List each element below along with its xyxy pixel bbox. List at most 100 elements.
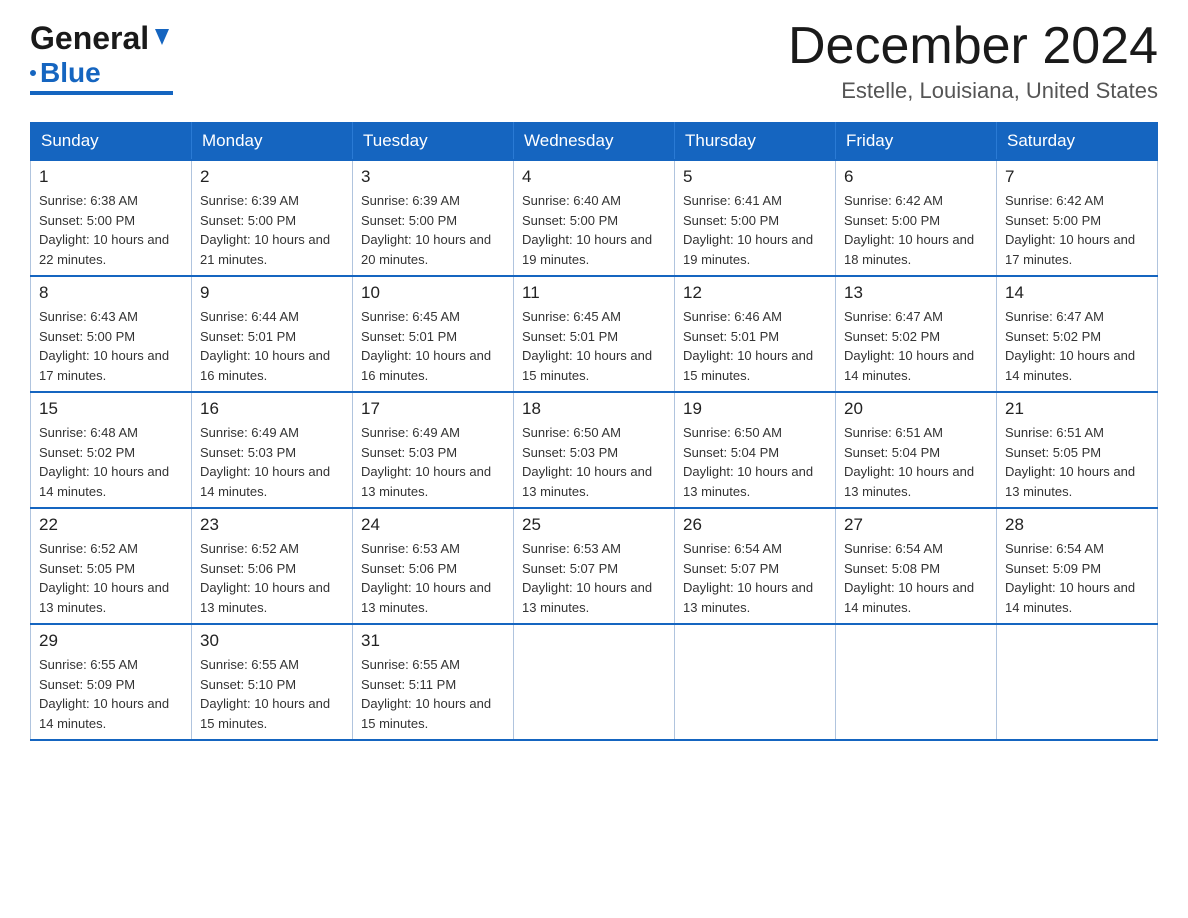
day-number: 31 <box>361 631 505 651</box>
sunrise-label: Sunrise: 6:42 AM <box>844 193 943 208</box>
day-info: Sunrise: 6:52 AM Sunset: 5:06 PM Dayligh… <box>200 539 344 617</box>
calendar-cell: 23 Sunrise: 6:52 AM Sunset: 5:06 PM Dayl… <box>192 508 353 624</box>
logo-blue-text: Blue <box>40 57 101 89</box>
day-info: Sunrise: 6:41 AM Sunset: 5:00 PM Dayligh… <box>683 191 827 269</box>
sunset-label: Sunset: 5:00 PM <box>683 213 779 228</box>
daylight-label: Daylight: 10 hours and 15 minutes. <box>200 696 330 731</box>
day-info: Sunrise: 6:53 AM Sunset: 5:07 PM Dayligh… <box>522 539 666 617</box>
day-number: 14 <box>1005 283 1149 303</box>
sunset-label: Sunset: 5:00 PM <box>39 213 135 228</box>
daylight-label: Daylight: 10 hours and 14 minutes. <box>39 696 169 731</box>
calendar-table: SundayMondayTuesdayWednesdayThursdayFrid… <box>30 122 1158 741</box>
sunset-label: Sunset: 5:02 PM <box>1005 329 1101 344</box>
day-number: 28 <box>1005 515 1149 535</box>
sunrise-label: Sunrise: 6:54 AM <box>683 541 782 556</box>
sunrise-label: Sunrise: 6:55 AM <box>39 657 138 672</box>
daylight-label: Daylight: 10 hours and 14 minutes. <box>39 464 169 499</box>
day-info: Sunrise: 6:45 AM Sunset: 5:01 PM Dayligh… <box>522 307 666 385</box>
day-number: 6 <box>844 167 988 187</box>
sunrise-label: Sunrise: 6:45 AM <box>361 309 460 324</box>
day-number: 22 <box>39 515 183 535</box>
calendar-cell: 5 Sunrise: 6:41 AM Sunset: 5:00 PM Dayli… <box>675 160 836 276</box>
day-number: 26 <box>683 515 827 535</box>
sunrise-label: Sunrise: 6:46 AM <box>683 309 782 324</box>
sunrise-label: Sunrise: 6:50 AM <box>683 425 782 440</box>
daylight-label: Daylight: 10 hours and 14 minutes. <box>844 348 974 383</box>
calendar-cell <box>675 624 836 740</box>
sunrise-label: Sunrise: 6:54 AM <box>844 541 943 556</box>
calendar-cell: 16 Sunrise: 6:49 AM Sunset: 5:03 PM Dayl… <box>192 392 353 508</box>
daylight-label: Daylight: 10 hours and 13 minutes. <box>39 580 169 615</box>
calendar-cell: 11 Sunrise: 6:45 AM Sunset: 5:01 PM Dayl… <box>514 276 675 392</box>
daylight-label: Daylight: 10 hours and 14 minutes. <box>200 464 330 499</box>
day-info: Sunrise: 6:48 AM Sunset: 5:02 PM Dayligh… <box>39 423 183 501</box>
daylight-label: Daylight: 10 hours and 13 minutes. <box>361 580 491 615</box>
sunrise-label: Sunrise: 6:41 AM <box>683 193 782 208</box>
day-of-week-tuesday: Tuesday <box>353 123 514 161</box>
day-number: 8 <box>39 283 183 303</box>
sunrise-label: Sunrise: 6:47 AM <box>1005 309 1104 324</box>
day-number: 24 <box>361 515 505 535</box>
day-number: 29 <box>39 631 183 651</box>
day-number: 16 <box>200 399 344 419</box>
calendar-cell <box>836 624 997 740</box>
sunset-label: Sunset: 5:10 PM <box>200 677 296 692</box>
sunset-label: Sunset: 5:01 PM <box>522 329 618 344</box>
daylight-label: Daylight: 10 hours and 15 minutes. <box>522 348 652 383</box>
day-number: 3 <box>361 167 505 187</box>
calendar-cell: 2 Sunrise: 6:39 AM Sunset: 5:00 PM Dayli… <box>192 160 353 276</box>
sunset-label: Sunset: 5:07 PM <box>683 561 779 576</box>
daylight-label: Daylight: 10 hours and 14 minutes. <box>1005 348 1135 383</box>
calendar-cell: 14 Sunrise: 6:47 AM Sunset: 5:02 PM Dayl… <box>997 276 1158 392</box>
calendar-cell: 18 Sunrise: 6:50 AM Sunset: 5:03 PM Dayl… <box>514 392 675 508</box>
day-number: 2 <box>200 167 344 187</box>
day-number: 25 <box>522 515 666 535</box>
day-info: Sunrise: 6:38 AM Sunset: 5:00 PM Dayligh… <box>39 191 183 269</box>
day-info: Sunrise: 6:47 AM Sunset: 5:02 PM Dayligh… <box>1005 307 1149 385</box>
daylight-label: Daylight: 10 hours and 16 minutes. <box>361 348 491 383</box>
day-info: Sunrise: 6:42 AM Sunset: 5:00 PM Dayligh… <box>1005 191 1149 269</box>
logo-dot-icon <box>30 70 36 76</box>
day-number: 18 <box>522 399 666 419</box>
daylight-label: Daylight: 10 hours and 17 minutes. <box>39 348 169 383</box>
sunrise-label: Sunrise: 6:39 AM <box>200 193 299 208</box>
sunset-label: Sunset: 5:05 PM <box>39 561 135 576</box>
day-number: 27 <box>844 515 988 535</box>
day-info: Sunrise: 6:42 AM Sunset: 5:00 PM Dayligh… <box>844 191 988 269</box>
daylight-label: Daylight: 10 hours and 13 minutes. <box>361 464 491 499</box>
sunset-label: Sunset: 5:05 PM <box>1005 445 1101 460</box>
sunrise-label: Sunrise: 6:49 AM <box>200 425 299 440</box>
daylight-label: Daylight: 10 hours and 18 minutes. <box>844 232 974 267</box>
sunset-label: Sunset: 5:03 PM <box>200 445 296 460</box>
daylight-label: Daylight: 10 hours and 13 minutes. <box>200 580 330 615</box>
calendar-week-row: 29 Sunrise: 6:55 AM Sunset: 5:09 PM Dayl… <box>31 624 1158 740</box>
daylight-label: Daylight: 10 hours and 13 minutes. <box>844 464 974 499</box>
day-info: Sunrise: 6:39 AM Sunset: 5:00 PM Dayligh… <box>200 191 344 269</box>
sunset-label: Sunset: 5:00 PM <box>39 329 135 344</box>
calendar-cell: 12 Sunrise: 6:46 AM Sunset: 5:01 PM Dayl… <box>675 276 836 392</box>
logo-general-text: General <box>30 20 149 57</box>
day-of-week-sunday: Sunday <box>31 123 192 161</box>
calendar-week-row: 22 Sunrise: 6:52 AM Sunset: 5:05 PM Dayl… <box>31 508 1158 624</box>
sunset-label: Sunset: 5:01 PM <box>361 329 457 344</box>
logo-triangle-icon <box>151 25 173 47</box>
calendar-cell: 27 Sunrise: 6:54 AM Sunset: 5:08 PM Dayl… <box>836 508 997 624</box>
sunset-label: Sunset: 5:04 PM <box>844 445 940 460</box>
calendar-cell: 3 Sunrise: 6:39 AM Sunset: 5:00 PM Dayli… <box>353 160 514 276</box>
daylight-label: Daylight: 10 hours and 13 minutes. <box>1005 464 1135 499</box>
calendar-cell: 13 Sunrise: 6:47 AM Sunset: 5:02 PM Dayl… <box>836 276 997 392</box>
calendar-cell: 31 Sunrise: 6:55 AM Sunset: 5:11 PM Dayl… <box>353 624 514 740</box>
sunset-label: Sunset: 5:09 PM <box>39 677 135 692</box>
day-info: Sunrise: 6:54 AM Sunset: 5:09 PM Dayligh… <box>1005 539 1149 617</box>
day-number: 17 <box>361 399 505 419</box>
calendar-cell: 4 Sunrise: 6:40 AM Sunset: 5:00 PM Dayli… <box>514 160 675 276</box>
daylight-label: Daylight: 10 hours and 15 minutes. <box>683 348 813 383</box>
daylight-label: Daylight: 10 hours and 14 minutes. <box>844 580 974 615</box>
calendar-cell <box>997 624 1158 740</box>
daylight-label: Daylight: 10 hours and 13 minutes. <box>522 580 652 615</box>
sunset-label: Sunset: 5:11 PM <box>361 677 456 692</box>
day-number: 19 <box>683 399 827 419</box>
day-info: Sunrise: 6:44 AM Sunset: 5:01 PM Dayligh… <box>200 307 344 385</box>
sunset-label: Sunset: 5:02 PM <box>844 329 940 344</box>
sunset-label: Sunset: 5:04 PM <box>683 445 779 460</box>
